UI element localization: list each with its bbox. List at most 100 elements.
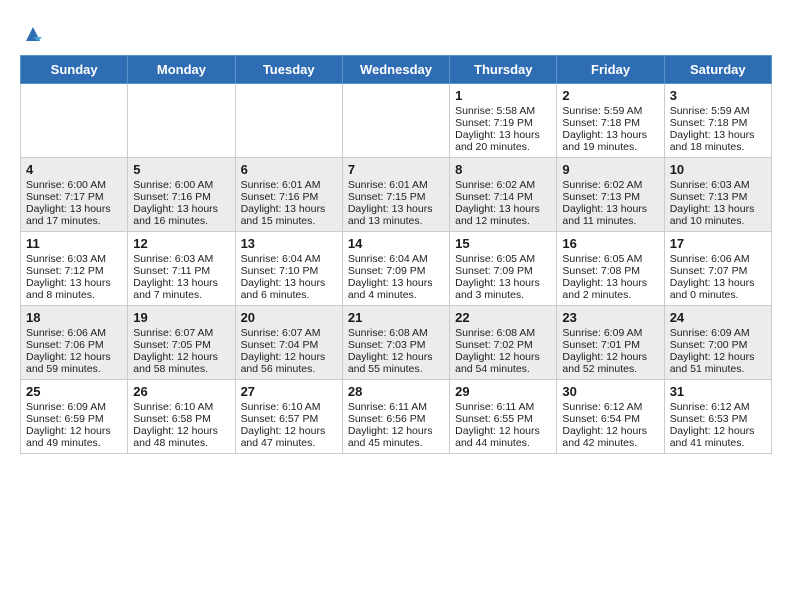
day-number: 1 [455,88,551,103]
day-info: Sunrise: 6:01 AM [241,179,337,191]
day-info: Sunrise: 6:12 AM [562,401,658,413]
day-info: Daylight: 13 hours [562,203,658,215]
day-info: Sunset: 7:01 PM [562,339,658,351]
calendar-cell: 19Sunrise: 6:07 AMSunset: 7:05 PMDayligh… [128,305,235,379]
day-info: Daylight: 13 hours [455,277,551,289]
day-number: 27 [241,384,337,399]
day-info: and 54 minutes. [455,363,551,375]
calendar-cell: 15Sunrise: 6:05 AMSunset: 7:09 PMDayligh… [450,231,557,305]
calendar-week-3: 11Sunrise: 6:03 AMSunset: 7:12 PMDayligh… [21,231,772,305]
day-info: Sunset: 6:56 PM [348,413,444,425]
day-info: Daylight: 13 hours [26,277,122,289]
calendar-header-row: SundayMondayTuesdayWednesdayThursdayFrid… [21,55,772,83]
page-container: SundayMondayTuesdayWednesdayThursdayFrid… [0,0,792,464]
day-info: and 15 minutes. [241,215,337,227]
day-info: Daylight: 13 hours [670,129,766,141]
day-info: and 3 minutes. [455,289,551,301]
day-number: 19 [133,310,229,325]
logo-icon [22,23,44,45]
day-info: Daylight: 12 hours [348,425,444,437]
calendar-cell: 12Sunrise: 6:03 AMSunset: 7:11 PMDayligh… [128,231,235,305]
day-info: and 58 minutes. [133,363,229,375]
day-number: 24 [670,310,766,325]
day-info: Daylight: 12 hours [455,351,551,363]
day-header-wednesday: Wednesday [342,55,449,83]
day-info: and 18 minutes. [670,141,766,153]
day-info: Sunset: 6:59 PM [26,413,122,425]
day-number: 23 [562,310,658,325]
calendar-cell: 3Sunrise: 5:59 AMSunset: 7:18 PMDaylight… [664,83,771,157]
day-info: Sunset: 7:15 PM [348,191,444,203]
day-info: Daylight: 12 hours [562,425,658,437]
calendar-cell [128,83,235,157]
calendar-cell: 28Sunrise: 6:11 AMSunset: 6:56 PMDayligh… [342,379,449,453]
day-info: Sunset: 7:06 PM [26,339,122,351]
calendar-cell: 22Sunrise: 6:08 AMSunset: 7:02 PMDayligh… [450,305,557,379]
day-info: Daylight: 12 hours [562,351,658,363]
day-info: Sunrise: 6:08 AM [455,327,551,339]
day-info: Sunrise: 6:11 AM [455,401,551,413]
day-info: Sunset: 6:53 PM [670,413,766,425]
calendar-cell: 30Sunrise: 6:12 AMSunset: 6:54 PMDayligh… [557,379,664,453]
day-info: and 13 minutes. [348,215,444,227]
day-info: Daylight: 13 hours [670,277,766,289]
calendar-cell: 25Sunrise: 6:09 AMSunset: 6:59 PMDayligh… [21,379,128,453]
day-info: Daylight: 13 hours [348,203,444,215]
day-info: Daylight: 12 hours [241,425,337,437]
day-number: 29 [455,384,551,399]
day-info: Sunrise: 5:59 AM [562,105,658,117]
day-info: Sunset: 7:03 PM [348,339,444,351]
day-info: and 0 minutes. [670,289,766,301]
day-info: Sunrise: 6:03 AM [133,253,229,265]
day-info: Sunset: 7:18 PM [670,117,766,129]
day-info: and 51 minutes. [670,363,766,375]
day-info: and 7 minutes. [133,289,229,301]
day-info: Daylight: 12 hours [26,425,122,437]
calendar-cell: 6Sunrise: 6:01 AMSunset: 7:16 PMDaylight… [235,157,342,231]
day-number: 26 [133,384,229,399]
day-info: Sunrise: 6:10 AM [133,401,229,413]
calendar-cell: 1Sunrise: 5:58 AMSunset: 7:19 PMDaylight… [450,83,557,157]
day-info: Sunset: 7:09 PM [348,265,444,277]
day-info: and 6 minutes. [241,289,337,301]
day-info: and 41 minutes. [670,437,766,449]
day-header-friday: Friday [557,55,664,83]
day-info: and 45 minutes. [348,437,444,449]
day-info: Daylight: 13 hours [241,277,337,289]
day-info: and 44 minutes. [455,437,551,449]
day-number: 18 [26,310,122,325]
day-info: Sunset: 7:16 PM [241,191,337,203]
day-info: Sunrise: 6:02 AM [455,179,551,191]
day-number: 6 [241,162,337,177]
day-info: Sunset: 7:18 PM [562,117,658,129]
day-info: Sunset: 6:58 PM [133,413,229,425]
day-info: Sunrise: 5:59 AM [670,105,766,117]
day-info: Sunrise: 6:04 AM [348,253,444,265]
calendar-week-4: 18Sunrise: 6:06 AMSunset: 7:06 PMDayligh… [21,305,772,379]
day-info: Sunrise: 6:02 AM [562,179,658,191]
day-info: Sunrise: 6:12 AM [670,401,766,413]
day-number: 4 [26,162,122,177]
calendar-cell: 26Sunrise: 6:10 AMSunset: 6:58 PMDayligh… [128,379,235,453]
day-info: Daylight: 13 hours [562,277,658,289]
day-info: and 20 minutes. [455,141,551,153]
day-info: Sunrise: 6:00 AM [133,179,229,191]
calendar-cell: 21Sunrise: 6:08 AMSunset: 7:03 PMDayligh… [342,305,449,379]
day-number: 15 [455,236,551,251]
day-number: 10 [670,162,766,177]
day-info: and 47 minutes. [241,437,337,449]
day-info: Sunset: 6:54 PM [562,413,658,425]
calendar-table: SundayMondayTuesdayWednesdayThursdayFrid… [20,55,772,454]
day-info: and 16 minutes. [133,215,229,227]
day-number: 12 [133,236,229,251]
day-info: Daylight: 13 hours [562,129,658,141]
day-number: 7 [348,162,444,177]
day-number: 13 [241,236,337,251]
day-info: Sunset: 7:10 PM [241,265,337,277]
day-info: Daylight: 13 hours [670,203,766,215]
day-info: Daylight: 13 hours [26,203,122,215]
day-info: Sunrise: 6:07 AM [241,327,337,339]
day-info: Sunset: 7:17 PM [26,191,122,203]
calendar-cell: 11Sunrise: 6:03 AMSunset: 7:12 PMDayligh… [21,231,128,305]
day-info: Sunset: 7:13 PM [670,191,766,203]
